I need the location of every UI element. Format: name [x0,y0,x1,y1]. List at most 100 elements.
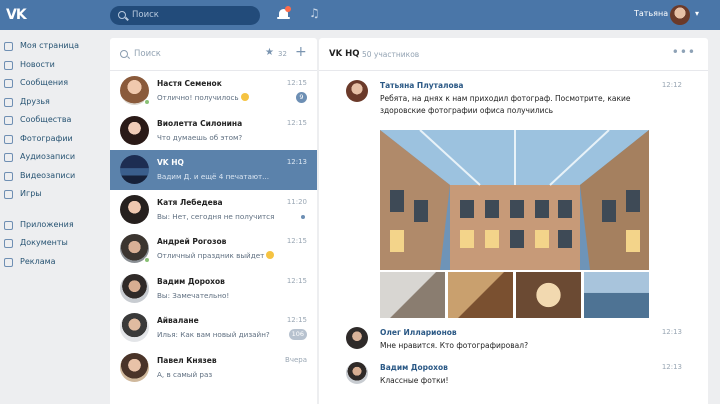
chat-row[interactable]: Катя Лебедева Вы: Нет, сегодня не получи… [110,190,317,230]
chat-window: VK HQ 50 участников ••• Татьяна Плуталов… [319,38,708,404]
chat-row[interactable]: Виолетта Силонина Что думаешь об этом? 1… [110,111,317,151]
new-chat-plus-icon[interactable]: + [295,44,307,60]
chat-snippet: Вы: Замечательно! [157,290,230,300]
messages-icon [4,79,13,88]
friends-icon [4,97,13,107]
sidebar-item-documents[interactable]: Документы [0,235,108,254]
avatar[interactable] [346,327,368,349]
chat-row[interactable]: Вадим Дорохов Вы: Замечательно! 12:15 [110,269,317,309]
chat-row[interactable]: Айвалане Илья: Как вам новый дизайн? 12:… [110,308,317,348]
chat-row[interactable]: Андрей Рогозов Отличный праздник выйдет … [110,229,317,269]
chat-title[interactable]: VK HQ [329,49,359,59]
notification-dot [285,6,291,12]
chat-name: Павел Князев [157,355,217,365]
top-bar: VK Поиск ♫ Татьяна ▾ [0,0,720,30]
message-author[interactable]: Олег Илларионов [380,328,457,337]
chat-name: Виолетта Силонина [157,118,243,128]
chat-name: Андрей Рогозов [157,237,227,246]
avatar [120,115,149,145]
documents-icon [4,239,13,248]
search-icon [118,11,126,19]
notifications-bell-icon[interactable] [277,6,291,21]
message: Татьяна Плуталова Ребята, на днях к нам … [319,80,708,325]
sidebar-item-photos[interactable]: Фотографии [0,131,108,150]
chat-list-header: Поиск ★ 32 + [110,38,317,71]
avatar[interactable] [346,362,368,384]
chat-time: 12:13 [286,158,307,166]
chat-snippet-text: Отлично! получилось [157,93,239,102]
sidebar-item-ads[interactable]: Реклама [0,254,108,273]
photos-icon [4,134,13,144]
avatar [120,155,149,184]
chat-time: 11:20 [286,197,307,206]
photo-thumbnail[interactable] [448,272,513,318]
chat-name: Вадим Дорохов [157,276,225,286]
chat-snippet: Что думаешь об этом? [157,132,243,142]
chat-row[interactable]: Настя Семенок Отлично! получилось 12:15 … [110,71,317,111]
vk-logo[interactable]: VK [6,6,28,24]
chat-snippet: Отлично! получилось [157,93,249,102]
sidebar-item-friends[interactable]: Друзья [0,94,108,113]
photo-thumbnail[interactable] [380,272,445,318]
chat-row[interactable]: Павел Князев А, в самый раз Вчера [110,348,317,388]
sidebar-item-audio[interactable]: Аудиозаписи [0,149,108,168]
message-text: Классные фотки! [380,376,449,385]
chat-time: 12:15 [286,276,307,285]
chat-name: Настя Семенок [157,79,222,88]
unread-badge: 106 [288,329,307,340]
global-search-input[interactable]: Поиск [110,6,260,25]
chat-time: 12:15 [286,118,307,127]
user-name[interactable]: Татьяна [634,9,668,18]
online-indicator [144,99,150,105]
chat-time: 12:15 [286,79,307,87]
chat-snippet: Вадим Д. и ещё 4 печатают... [157,172,270,181]
photo-thumbnail[interactable] [584,272,649,318]
chat-members-count[interactable]: 50 участников [362,50,419,59]
chat-snippet: Илья: Как вам новый дизайн? [157,330,270,339]
message-author[interactable]: Вадим Дорохов [380,363,448,372]
apps-icon [4,220,13,230]
starred-count: 32 [278,50,287,58]
message: Олег Илларионов Мне нравится. Кто фотогр… [319,327,708,357]
ads-icon [4,257,13,267]
user-avatar[interactable] [670,5,690,25]
video-icon [4,171,13,181]
sidebar-item-games[interactable]: Игры [0,186,108,205]
online-indicator [144,257,150,263]
games-icon [4,190,13,199]
message-text: Мне нравится. Кто фотографировал? [380,341,529,350]
left-sidebar: Моя страница Новости Сообщения Друзья Со… [0,38,108,272]
message-time: 12:13 [661,363,682,371]
audio-icon [4,153,13,162]
sidebar-item-my-page[interactable]: Моя страница [0,38,108,57]
avatar [120,194,149,224]
photo-thumbnail[interactable] [516,272,581,318]
sidebar-divider [0,205,108,217]
sidebar-item-video[interactable]: Видеозаписи [0,168,108,187]
attached-photo-main[interactable] [380,130,649,270]
communities-icon [4,116,13,125]
message-time: 12:12 [661,81,682,89]
chat-time: 12:15 [286,316,307,324]
avatar[interactable] [346,80,368,102]
message-time: 12:13 [661,328,682,336]
star-icon[interactable]: ★ [265,47,274,58]
sidebar-item-communities[interactable]: Сообщества [0,112,108,131]
sidebar-item-messages[interactable]: Сообщения [0,75,108,94]
chat-row-active[interactable]: VK HQ Вадим Д. и ещё 4 печатают... 12:13 [110,150,317,190]
emoji-icon [266,251,275,259]
chat-snippet: А, в самый раз [157,369,213,379]
search-icon [120,50,128,58]
chat-snippet-text: Отличный праздник выйдет [157,251,265,260]
office-atrium-photo [380,130,649,270]
avatar [120,273,149,303]
chat-search-input[interactable]: Поиск [134,49,161,59]
chevron-down-icon[interactable]: ▾ [695,9,699,18]
music-note-icon[interactable]: ♫ [309,6,320,20]
sidebar-item-news[interactable]: Новости [0,57,108,76]
message-author[interactable]: Татьяна Плуталова [380,81,463,90]
unread-dot [301,214,305,219]
more-options-icon[interactable]: ••• [672,45,696,59]
chat-header: VK HQ 50 участников ••• [319,38,708,71]
sidebar-item-apps[interactable]: Приложения [0,217,108,236]
